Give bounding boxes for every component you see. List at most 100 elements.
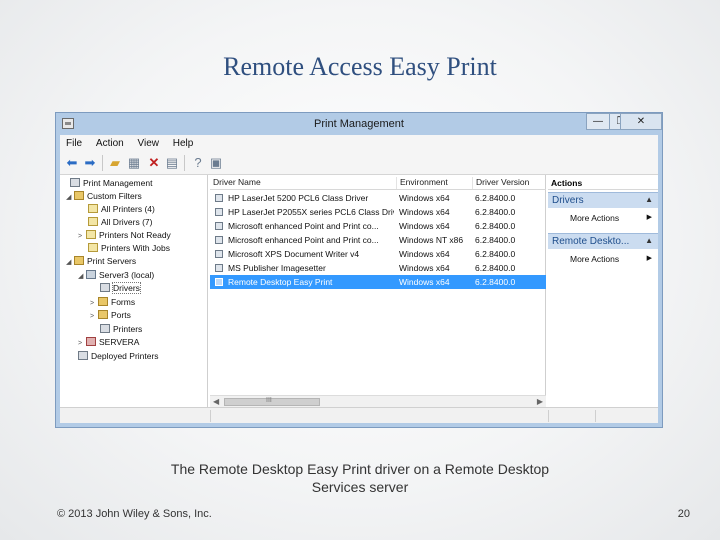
slide-title: Remote Access Easy Print [223,52,497,81]
tree-item-all-drivers[interactable]: All Drivers (7) [88,216,152,229]
driver-icon [215,208,223,216]
collapse-up-icon[interactable]: ▲ [645,236,653,245]
back-arrow-icon[interactable]: ⬅ [64,155,80,171]
table-row[interactable]: Microsoft enhanced Point and Print co...… [210,233,546,247]
printer-icon [100,324,110,333]
slide-caption: The Remote Desktop Easy Print driver on … [0,460,720,496]
driver-environment: Windows x64 [399,193,450,203]
minimize-button[interactable]: — [586,113,610,130]
export-icon[interactable]: ▤ [164,155,180,171]
horizontal-scrollbar[interactable]: ◀ III ▶ [210,395,546,407]
filter-icon [88,217,98,226]
printer-icon [78,351,88,360]
menu-view[interactable]: View [131,135,164,149]
more-actions-label: More Actions [570,213,620,223]
tree-item-forms[interactable]: > Forms [90,296,135,309]
column-driver-version[interactable]: Driver Version [472,177,546,189]
actions-section-remote-desktop[interactable]: Remote Deskto... ▲ [548,233,658,249]
tree-item-ports[interactable]: > Ports [90,309,131,322]
tree-toggle[interactable]: ◢ [66,256,74,269]
menu-file[interactable]: File [60,135,87,149]
properties-icon[interactable]: ▣ [208,155,224,171]
menu-action[interactable]: Action [90,135,129,149]
help-icon[interactable]: ? [190,155,206,171]
driver-version: 6.2.8400.0 [475,193,516,203]
delete-icon[interactable]: ✕ [146,155,162,171]
page-number: 20 [677,508,690,520]
driver-name: Microsoft enhanced Point and Print co... [228,235,379,245]
forward-arrow-icon[interactable]: ➡ [82,155,98,171]
copyright-footer: © 2013 John Wiley & Sons, Inc. [57,508,212,520]
driver-name: HP LaserJet 5200 PCL6 Class Driver [228,193,369,203]
window-titlebar: Print Management — ❐ ✕ [56,113,662,135]
driver-icon [215,236,223,244]
more-actions-item[interactable]: More Actions ▶ [548,252,658,266]
driver-environment: Windows x64 [399,263,450,273]
tree-item-label: Drivers [112,282,141,294]
driver-icon [215,264,223,272]
column-environment[interactable]: Environment [396,177,472,189]
tree-item-label: Deployed Printers [91,351,159,361]
tree-item-label: Ports [111,310,131,320]
tree-item-deployed-printers[interactable]: Deployed Printers [78,350,159,363]
tree-item-custom-filters[interactable]: ◢ Custom Filters [66,190,142,203]
driver-version: 6.2.8400.0 [475,263,516,273]
folder-icon [74,256,84,265]
table-row[interactable]: HP LaserJet P2055X series PCL6 Class Dri… [210,205,546,219]
table-row[interactable]: HP LaserJet 5200 PCL6 Class Driver Window… [210,191,546,205]
caption-line-1: The Remote Desktop Easy Print driver on … [170,461,550,477]
status-cell [210,410,211,422]
table-row[interactable]: Microsoft enhanced Point and Print co...… [210,219,546,233]
toolbar-separator [184,155,185,171]
tree-item-printers-with-jobs[interactable]: Printers With Jobs [88,242,170,255]
tree-item-label: All Printers (4) [101,204,155,214]
window-title: Print Management [314,118,404,130]
tree-toggle[interactable]: > [78,337,86,350]
driver-environment: Windows x64 [399,277,450,287]
tree-toggle[interactable]: > [78,230,86,243]
list-header: Driver Name Environment Driver Version [210,175,546,190]
navigation-tree: Print Management ◢ Custom Filters All Pri… [60,175,208,407]
tree-item-label: Printers [113,324,143,334]
table-row[interactable]: MS Publisher Imagesetter Windows x64 6.2.8… [210,261,546,275]
column-driver-name[interactable]: Driver Name [210,177,396,189]
scroll-right-icon[interactable]: ▶ [537,397,543,406]
tree-item-label: All Drivers (7) [101,217,153,227]
tree-item-drivers[interactable]: Drivers [100,282,141,295]
driver-icon [215,278,223,286]
more-actions-item[interactable]: More Actions ▶ [548,211,658,225]
tree-item-printers[interactable]: Printers [100,323,142,336]
scroll-thumb[interactable] [224,398,320,406]
folder-icon [98,310,108,319]
status-cell [548,410,549,422]
folder-icon [74,191,84,200]
tree-item-all-printers[interactable]: All Printers (4) [88,203,155,216]
actions-section-label: Drivers [552,195,584,206]
driver-icon [215,222,223,230]
table-row-selected[interactable]: Remote Desktop Easy Print Windows x64 6.2.… [210,275,546,289]
tree-item-printers-not-ready[interactable]: > Printers Not Ready [78,229,171,242]
driver-name: MS Publisher Imagesetter [228,263,326,273]
more-actions-label: More Actions [570,254,620,264]
driver-environment: Windows x64 [399,207,450,217]
tree-toggle[interactable]: ◢ [78,270,86,283]
actions-section-drivers[interactable]: Drivers ▲ [548,192,658,208]
tree-item-print-servers[interactable]: ◢ Print Servers [66,255,136,268]
tree-item-server3[interactable]: ◢ Server3 (local) [78,269,154,282]
show-tree-icon[interactable]: ▦ [126,155,142,171]
driver-environment: Windows x64 [399,249,450,259]
collapse-up-icon[interactable]: ▲ [645,195,653,204]
up-folder-icon[interactable]: ▰ [107,155,123,171]
tree-item-print-management[interactable]: Print Management [62,177,152,190]
table-row[interactable]: Microsoft XPS Document Writer v4 Windows … [210,247,546,261]
caption-line-2: Services server [311,479,409,495]
printer-icon [100,283,110,292]
tree-item-servera[interactable]: > SERVERA [78,336,139,349]
tree-toggle[interactable]: > [90,310,98,323]
print-management-screenshot: Print Management — ❐ ✕ File Action View … [55,112,663,428]
menu-help[interactable]: Help [167,135,199,149]
tree-toggle[interactable]: ◢ [66,191,74,204]
tree-item-label: Printers With Jobs [101,243,170,253]
scroll-left-icon[interactable]: ◀ [213,397,219,406]
close-button[interactable]: ✕ [620,113,662,130]
